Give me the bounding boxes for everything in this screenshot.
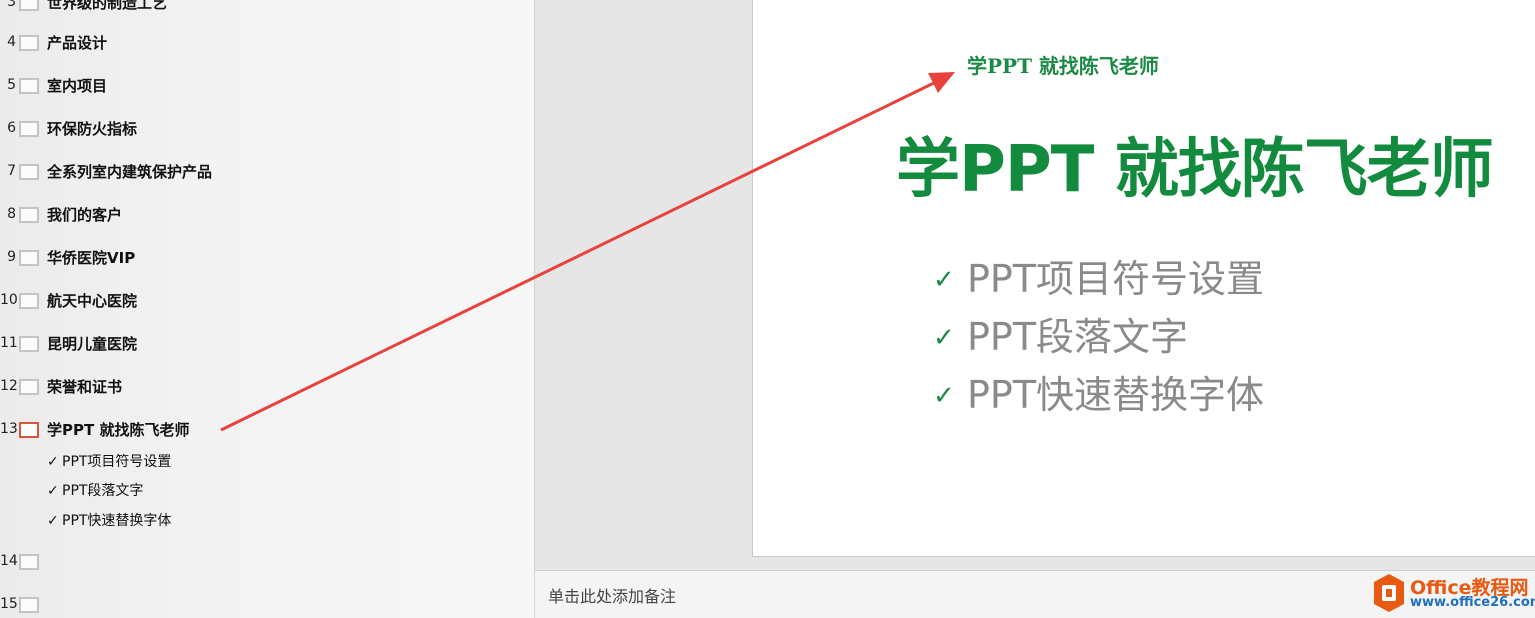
outline-slide-10[interactable]: 10 航天中心医院 <box>0 289 520 313</box>
slide-title[interactable]: 华侨医院VIP <box>47 247 135 268</box>
slide-editor-area[interactable]: 学PPT 就找陈飞老师 学PPT 就找陈飞老师 ✓ PPT项目符号设置 ✓ PPT段… <box>535 0 1535 570</box>
outline-slide-5[interactable]: 5 室内项目 <box>0 74 520 98</box>
slide-icon[interactable] <box>19 35 39 51</box>
outline-slide-14[interactable]: 14 <box>0 550 520 574</box>
slide-icon[interactable] <box>19 554 39 570</box>
outline-slide-4[interactable]: 4 产品设计 <box>0 31 520 55</box>
slide-canvas[interactable]: 学PPT 就找陈飞老师 学PPT 就找陈飞老师 ✓ PPT项目符号设置 ✓ PPT段… <box>752 0 1535 557</box>
slide-number: 7 <box>7 163 16 179</box>
slide-icon[interactable] <box>19 250 39 266</box>
notes-placeholder[interactable]: 单击此处添加备注 <box>548 583 676 607</box>
check-icon: ✓ <box>47 454 59 470</box>
slide-icon[interactable] <box>19 121 39 137</box>
slide-number: 14 <box>0 553 18 569</box>
slide-title-text[interactable]: 学PPT 就找陈飞老师 <box>896 118 1494 210</box>
outline-slide-11[interactable]: 11 昆明儿童医院 <box>0 332 520 356</box>
slide-title[interactable]: 昆明儿童医院 <box>47 333 137 354</box>
outline-slide-3[interactable]: 3 世界级的制造工艺 <box>0 0 520 15</box>
office-logo-icon <box>1374 574 1404 612</box>
outline-pane[interactable]: 3 世界级的制造工艺 4 产品设计 5 室内项目 6 环保防火指标 7 全系列室… <box>0 0 535 618</box>
bullet-text[interactable]: PPT项目符号设置 <box>62 454 171 470</box>
outline-bullet[interactable]: ✓ PPT段落文字 <box>47 480 143 502</box>
slide-icon[interactable] <box>19 379 39 395</box>
slide-number: 15 <box>0 596 18 612</box>
slide-number: 5 <box>7 77 16 93</box>
outline-slide-8[interactable]: 8 我们的客户 <box>0 203 520 227</box>
outline-slide-13[interactable]: 13 学PPT 就找陈飞老师 <box>0 418 520 442</box>
slide-icon[interactable] <box>19 164 39 180</box>
slide-number: 11 <box>0 335 18 351</box>
check-icon: ✓ <box>933 323 955 353</box>
check-icon: ✓ <box>47 513 59 529</box>
outline-bullet[interactable]: ✓ PPT项目符号设置 <box>47 451 171 473</box>
slide-subtitle-text[interactable]: 学PPT 就找陈飞老师 <box>967 50 1159 79</box>
check-icon: ✓ <box>933 265 955 295</box>
slide-number: 13 <box>0 421 18 437</box>
outline-slide-9[interactable]: 9 华侨医院VIP <box>0 246 520 270</box>
bullet-text[interactable]: PPT快速替换字体 <box>62 513 171 529</box>
slide-bullet-text[interactable]: PPT项目符号设置 <box>967 257 1264 301</box>
watermark-url: www.office26.com <box>1410 595 1535 610</box>
slide-icon[interactable] <box>19 336 39 352</box>
slide-icon-selected[interactable] <box>19 422 39 438</box>
powerpoint-window: 3 世界级的制造工艺 4 产品设计 5 室内项目 6 环保防火指标 7 全系列室… <box>0 0 1535 618</box>
outline-slide-15[interactable]: 15 <box>0 593 520 617</box>
slide-icon[interactable] <box>19 597 39 613</box>
slide-number: 4 <box>7 34 16 50</box>
slide-icon[interactable] <box>19 78 39 94</box>
slide-title[interactable]: 环保防火指标 <box>47 118 137 139</box>
slide-number: 6 <box>7 120 16 136</box>
site-watermark: Office教程网 www.office26.com <box>1370 570 1535 618</box>
slide-title[interactable]: 室内项目 <box>47 75 107 96</box>
outline-bullet[interactable]: ✓ PPT快速替换字体 <box>47 510 171 532</box>
slide-bullet[interactable]: ✓ PPT项目符号设置 <box>933 248 1264 303</box>
slide-icon[interactable] <box>19 293 39 309</box>
outline-slide-12[interactable]: 12 荣誉和证书 <box>0 375 520 399</box>
slide-title[interactable]: 我们的客户 <box>47 204 122 225</box>
slide-title[interactable]: 全系列室内建筑保护产品 <box>47 161 212 182</box>
check-icon: ✓ <box>47 483 59 499</box>
slide-number: 10 <box>0 292 18 308</box>
slide-title[interactable]: 航天中心医院 <box>47 290 137 311</box>
slide-title[interactable]: 学PPT 就找陈飞老师 <box>47 419 189 440</box>
slide-title[interactable]: 产品设计 <box>47 32 107 53</box>
slide-bullet-text[interactable]: PPT段落文字 <box>967 315 1188 359</box>
slide-icon[interactable] <box>19 0 39 11</box>
slide-number: 12 <box>0 378 18 394</box>
outline-slide-6[interactable]: 6 环保防火指标 <box>0 117 520 141</box>
check-icon: ✓ <box>933 381 955 411</box>
slide-icon[interactable] <box>19 207 39 223</box>
slide-number: 3 <box>7 0 16 10</box>
slide-bullet[interactable]: ✓ PPT快速替换字体 <box>933 364 1264 419</box>
slide-number: 8 <box>7 206 16 222</box>
slide-number: 9 <box>7 249 16 265</box>
outline-slide-7[interactable]: 7 全系列室内建筑保护产品 <box>0 160 520 184</box>
bullet-text[interactable]: PPT段落文字 <box>62 483 143 499</box>
slide-bullet-text[interactable]: PPT快速替换字体 <box>967 373 1264 417</box>
slide-title[interactable]: 世界级的制造工艺 <box>47 0 167 13</box>
slide-title[interactable]: 荣誉和证书 <box>47 376 122 397</box>
slide-bullet[interactable]: ✓ PPT段落文字 <box>933 306 1188 361</box>
